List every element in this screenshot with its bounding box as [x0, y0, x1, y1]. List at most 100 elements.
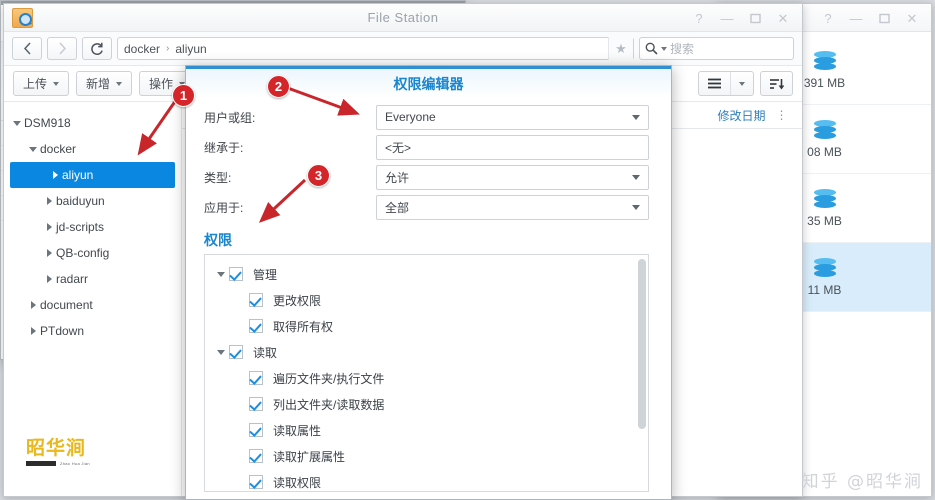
author-logo-subtitle: Zhao Hua Jian	[26, 461, 98, 466]
list-view-icon[interactable]	[699, 72, 730, 95]
permission-checkbox[interactable]	[249, 449, 263, 463]
sidebar-item-jd-scripts[interactable]: jd-scripts	[4, 214, 181, 240]
maximize-icon[interactable]	[871, 7, 897, 29]
refresh-button[interactable]	[82, 37, 112, 60]
permission-label: 取得所有权	[273, 319, 334, 334]
chevron-down-icon[interactable]	[10, 120, 24, 126]
chevron-down-icon[interactable]	[213, 271, 229, 277]
permission-row[interactable]: 读取权限	[205, 469, 648, 491]
permission-checkbox[interactable]	[229, 345, 243, 359]
field-input[interactable]: <无>	[376, 134, 649, 160]
permission-checkbox[interactable]	[249, 423, 263, 437]
permission-row[interactable]: 读取	[205, 339, 648, 365]
sidebar-item-dsm918[interactable]: DSM918	[4, 110, 181, 136]
permission-row[interactable]: 遍历文件夹/执行文件	[205, 365, 648, 391]
minimize-icon[interactable]: —	[714, 7, 740, 29]
field-select[interactable]: Everyone	[376, 104, 649, 130]
star-icon[interactable]: ★	[608, 37, 633, 60]
sort-descending-icon[interactable]	[761, 72, 792, 95]
permission-checkbox[interactable]	[249, 319, 263, 333]
sidebar-item-baiduyun[interactable]: baiduyun	[4, 188, 181, 214]
field-label: 应用于:	[204, 200, 244, 215]
permission-checkbox[interactable]	[249, 371, 263, 385]
sort-button[interactable]	[760, 71, 793, 96]
sidebar-item-label: document	[40, 298, 93, 312]
maximize-icon[interactable]	[742, 7, 768, 29]
upload-label: 上传	[23, 77, 48, 91]
navigation-bar: docker › aliyun ★ 搜索	[4, 32, 802, 66]
database-icon	[813, 50, 836, 71]
permission-label: 读取	[253, 345, 278, 360]
permission-label: 列出文件夹/读取数据	[273, 397, 385, 412]
permission-label: 更改权限	[273, 293, 322, 308]
chevron-right-icon[interactable]	[48, 171, 62, 179]
sidebar-item-qb-config[interactable]: QB-config	[4, 240, 181, 266]
drive-size-label: 391 MB	[803, 75, 846, 90]
view-mode-control[interactable]	[698, 71, 754, 96]
permission-editor-dialog: 权限编辑器 用户或组: Everyone 继承于: <无> 类型: 允许 应用于: 全部 权限…	[185, 65, 672, 500]
permission-label: 遍历文件夹/执行文件	[273, 371, 385, 386]
minimize-icon[interactable]: —	[843, 7, 869, 29]
file-station-window-controls: ? — ✕	[686, 4, 796, 32]
sidebar-item-radarr[interactable]: radarr	[4, 266, 181, 292]
help-icon[interactable]: ?	[815, 7, 841, 29]
column-header-modified-date[interactable]: 修改日期	[717, 107, 765, 124]
path-breadcrumb-bar[interactable]: docker › aliyun ★	[117, 37, 634, 60]
database-icon	[813, 257, 836, 278]
chevron-right-icon[interactable]	[26, 301, 40, 309]
field-select[interactable]: 全部	[376, 194, 649, 220]
close-icon[interactable]: ✕	[770, 7, 796, 29]
sidebar-item-label: radarr	[56, 272, 89, 286]
breadcrumb-item-docker[interactable]: docker	[124, 42, 160, 56]
permissions-section-heading: 权限	[204, 232, 232, 248]
search-input[interactable]: 搜索	[639, 37, 794, 60]
page-watermark: 知乎 @昭华涧	[801, 472, 923, 492]
chevron-down-icon[interactable]	[632, 174, 640, 180]
permissions-scrollbar[interactable]	[638, 259, 646, 429]
permission-row[interactable]: 读取扩展属性	[205, 443, 648, 469]
sidebar-item-docker[interactable]: docker	[4, 136, 181, 162]
upload-button[interactable]: 上传	[13, 71, 70, 96]
back-button[interactable]	[12, 37, 42, 60]
breadcrumb-separator: ›	[166, 43, 170, 54]
permission-checkbox[interactable]	[229, 267, 243, 281]
field-select[interactable]: 允许	[376, 164, 649, 190]
kebab-menu-icon[interactable]: ⋮	[776, 108, 789, 122]
permission-checkbox[interactable]	[249, 397, 263, 411]
folder-tree: DSM918 docker aliyun baiduyun jd-scripts QB-c…	[4, 110, 181, 344]
permission-row[interactable]: 取得所有权	[205, 313, 648, 339]
chevron-right-icon[interactable]	[42, 197, 56, 205]
forward-button[interactable]	[47, 37, 77, 60]
permission-row[interactable]: 读取属性	[205, 417, 648, 443]
permission-row[interactable]: 更改权限	[205, 287, 648, 313]
chevron-right-icon[interactable]	[26, 327, 40, 335]
chevron-down-icon[interactable]	[26, 146, 40, 152]
permission-row[interactable]: 管理	[205, 261, 648, 287]
chevron-down-icon[interactable]	[632, 204, 640, 210]
chevron-down-icon[interactable]	[730, 72, 753, 95]
sidebar-item-aliyun[interactable]: aliyun	[10, 162, 175, 188]
chevron-down-icon[interactable]	[632, 114, 640, 120]
chevron-down-icon[interactable]	[213, 349, 229, 355]
chevron-right-icon[interactable]	[42, 275, 56, 283]
permission-label: 读取扩展属性	[273, 449, 346, 464]
create-button[interactable]: 新增	[76, 71, 133, 96]
drive-size-label: 11 MB	[807, 282, 842, 297]
sidebar-item-label: QB-config	[56, 246, 110, 260]
chevron-right-icon[interactable]	[42, 249, 56, 257]
annotation-badge-3: 3	[307, 164, 330, 187]
permission-row[interactable]: 列出文件夹/读取数据	[205, 391, 648, 417]
chevron-right-icon[interactable]	[42, 223, 56, 231]
file-station-titlebar[interactable]: File Station ? — ✕	[4, 4, 802, 32]
sidebar-item-ptdown[interactable]: PTdown	[4, 318, 181, 344]
chevron-down-icon	[116, 81, 123, 86]
sidebar-item-document[interactable]: document	[4, 292, 181, 318]
permissions-tree-box: 管理更改权限取得所有权读取遍历文件夹/执行文件 列出文件夹/读取数据读取属性读取扩…	[204, 254, 649, 492]
search-scope-chevron-icon[interactable]	[661, 46, 667, 51]
permission-checkbox[interactable]	[249, 293, 263, 307]
help-icon[interactable]: ?	[686, 7, 712, 29]
close-icon[interactable]: ✕	[899, 7, 925, 29]
permission-label: 读取权限	[273, 475, 322, 490]
breadcrumb-item-aliyun[interactable]: aliyun	[175, 42, 206, 56]
permission-checkbox[interactable]	[249, 475, 263, 489]
